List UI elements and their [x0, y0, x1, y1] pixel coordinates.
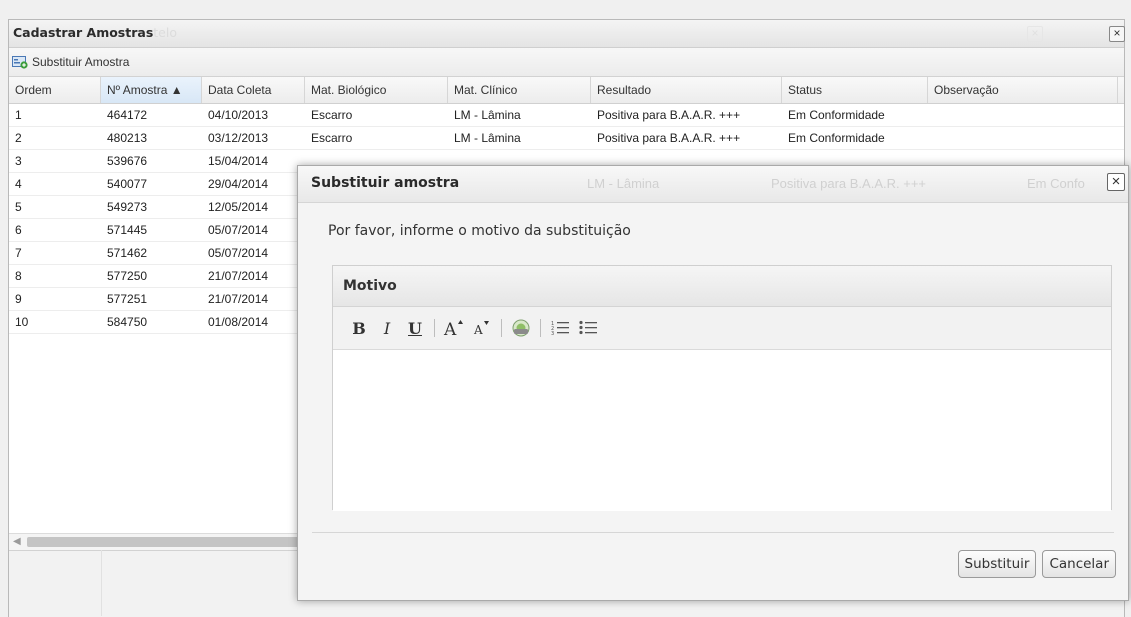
substituir-button[interactable]: Substituir: [957, 550, 1037, 578]
table-row[interactable]: 2 480213 03/12/2013 Escarro LM - Lâmina Posit…: [9, 127, 1124, 150]
dialog-titlebar: Substituir amostra LM - Lâmina Positiva …: [298, 166, 1128, 203]
table-cell: 9: [15, 292, 22, 306]
table-cell: 6: [15, 223, 22, 237]
table-cell: 05/07/2014: [208, 246, 269, 260]
table-cell: 7: [15, 246, 22, 260]
ghost-text: LM - Lâmina: [587, 176, 660, 191]
svg-text:A: A: [473, 323, 483, 337]
motivo-editor: Motivo B I U A A 1 2 3: [332, 265, 1112, 511]
ghost-close-icon: ×: [1027, 26, 1043, 42]
underline-button[interactable]: U: [401, 315, 429, 341]
font-bigger-button[interactable]: A: [440, 315, 468, 341]
table-cell: 3: [15, 154, 22, 168]
toolbar-separator: [434, 319, 435, 337]
replace-sample-icon: [12, 55, 28, 69]
table-cell: 29/04/2014: [208, 177, 269, 191]
table-cell: 10: [15, 315, 29, 329]
col-observacao[interactable]: Observação: [928, 77, 1118, 103]
table-cell: [928, 127, 1118, 149]
col-resultado[interactable]: Resultado: [591, 77, 782, 103]
link-icon: [512, 319, 530, 337]
window-close-icon[interactable]: ×: [1109, 26, 1125, 42]
font-smaller-icon: A: [473, 321, 489, 337]
col-mat-biologico[interactable]: Mat. Biológico: [305, 77, 448, 103]
motivo-textarea[interactable]: [333, 350, 1111, 511]
col-numero-amostra[interactable]: Nº Amostra ▲: [101, 77, 202, 103]
editor-label: Motivo: [343, 278, 397, 294]
table-cell: 8: [15, 269, 22, 283]
italic-button[interactable]: I: [373, 315, 401, 341]
scroll-thumb[interactable]: [27, 537, 307, 547]
window-toolbar: Substituir Amostra: [9, 48, 1124, 77]
col-mat-clinico[interactable]: Mat. Clínico: [448, 77, 591, 103]
table-row[interactable]: 1 464172 04/10/2013 Escarro LM - Lâmina Posit…: [9, 104, 1124, 127]
unordered-list-button[interactable]: [574, 315, 602, 341]
table-cell: 549273: [107, 200, 148, 214]
ghost-text: Em Confo: [1027, 176, 1085, 191]
table-cell: 2: [15, 131, 22, 145]
col-data-coleta[interactable]: Data Coleta: [202, 77, 305, 103]
toolbar-separator: [540, 319, 541, 337]
ordered-list-icon: 1 2 3: [551, 321, 569, 337]
table-cell: 584750: [107, 315, 148, 329]
footer-divider: [101, 550, 102, 616]
editor-toolbar: B I U A A 1 2 3: [333, 307, 1111, 350]
table-cell: 15/04/2014: [208, 154, 269, 168]
substituir-amostra-button[interactable]: Substituir Amostra: [12, 53, 129, 71]
table-cell: Positiva para B.A.A.R. +++: [597, 131, 741, 145]
horizontal-scrollbar[interactable]: ◀: [9, 533, 309, 550]
table-cell: 540077: [107, 177, 148, 191]
toolbar-separator: [501, 319, 502, 337]
table-cell: LM - Lâmina: [454, 108, 521, 122]
table-cell: Em Conformidade: [788, 131, 885, 145]
table-cell: 05/07/2014: [208, 223, 269, 237]
table-cell: 12/05/2014: [208, 200, 269, 214]
table-cell: Em Conformidade: [788, 108, 885, 122]
table-cell: 01/08/2014: [208, 315, 269, 329]
table-cell: 03/12/2013: [208, 131, 269, 145]
table-cell: 5: [15, 200, 22, 214]
dialog-close-icon[interactable]: ×: [1107, 173, 1125, 191]
dialog-title: Substituir amostra: [311, 175, 460, 191]
font-bigger-icon: A: [443, 320, 463, 338]
table-cell: LM - Lâmina: [454, 131, 521, 145]
table-cell: 21/07/2014: [208, 269, 269, 283]
substituir-amostra-dialog: Substituir amostra LM - Lâmina Positiva …: [297, 165, 1129, 601]
font-smaller-button[interactable]: A: [468, 315, 496, 341]
table-cell: 539676: [107, 154, 148, 168]
col-ordem[interactable]: Ordem: [9, 77, 101, 103]
table-cell: Escarro: [311, 131, 353, 145]
table-cell: 4: [15, 177, 22, 191]
table-cell: [928, 104, 1118, 126]
ghost-text: Positiva para B.A.A.R. +++: [771, 176, 926, 191]
substituir-amostra-label: Substituir Amostra: [32, 55, 130, 69]
table-cell: 571445: [107, 223, 148, 237]
dialog-body: Por favor, informe o motivo da substitui…: [312, 202, 1114, 533]
table-cell: 571462: [107, 246, 148, 260]
dialog-footer: Substituir Cancelar: [957, 550, 1116, 578]
ordered-list-button[interactable]: 1 2 3: [546, 315, 574, 341]
svg-text:3: 3: [551, 331, 554, 337]
editor-header: Motivo: [333, 266, 1111, 307]
table-cell: 577250: [107, 269, 148, 283]
grid-header: Ordem Nº Amostra ▲ Data Coleta Mat. Biol…: [9, 77, 1124, 104]
table-cell: 577251: [107, 292, 148, 306]
cancelar-button[interactable]: Cancelar: [1042, 550, 1116, 578]
dialog-prompt: Por favor, informe o motivo da substitui…: [328, 223, 631, 239]
table-cell: 04/10/2013: [208, 108, 269, 122]
scroll-left-icon[interactable]: ◀: [13, 536, 21, 547]
insert-link-button[interactable]: [507, 315, 535, 341]
window-title: Cadastrar Amostrastelo: [13, 25, 177, 40]
window-titlebar: Cadastrar Amostrastelo × ×: [9, 20, 1125, 48]
table-cell: 21/07/2014: [208, 292, 269, 306]
svg-text:A: A: [443, 320, 457, 338]
table-cell: 464172: [107, 108, 148, 122]
table-cell: Positiva para B.A.A.R. +++: [597, 108, 741, 122]
table-cell: 1: [15, 108, 22, 122]
table-cell: 480213: [107, 131, 148, 145]
bold-button[interactable]: B: [345, 315, 373, 341]
col-status[interactable]: Status: [782, 77, 928, 103]
unordered-list-icon: [579, 320, 597, 335]
table-cell: Escarro: [311, 108, 353, 122]
